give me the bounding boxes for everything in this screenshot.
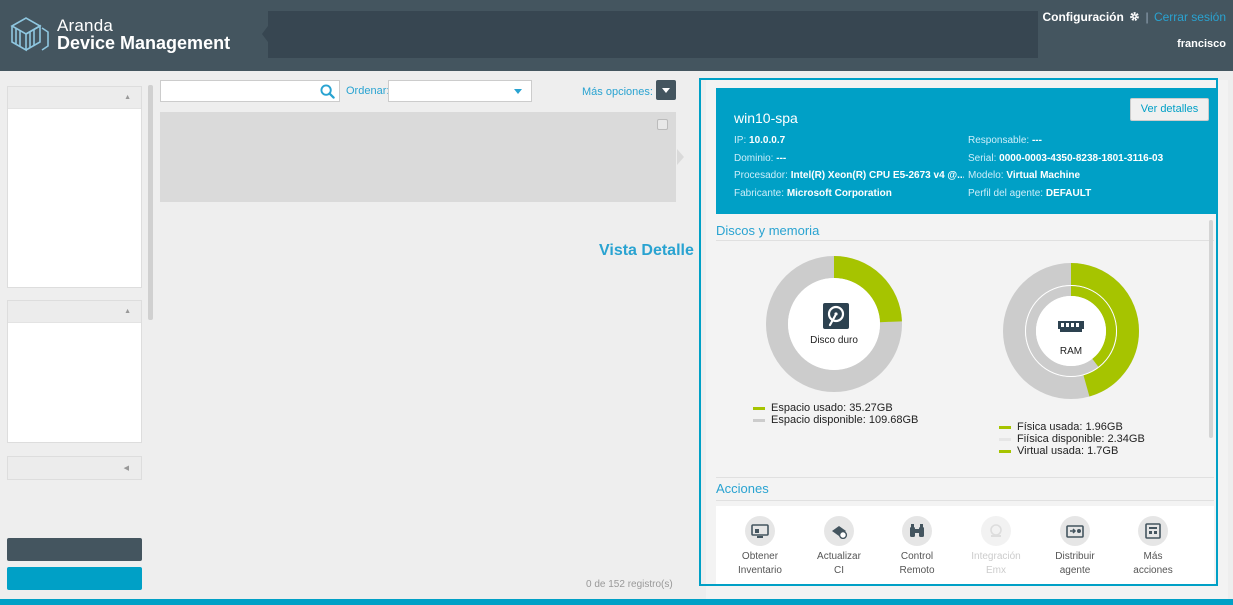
physical-free-swatch — [999, 437, 1011, 441]
header-user-menu: Configuración | Cerrar sesión — [1042, 10, 1226, 24]
header-banner — [268, 11, 1038, 58]
info-model: Modelo: Virtual Machine — [968, 170, 1081, 181]
distribute-icon — [1060, 516, 1090, 546]
info-manufacturer: Fabricante: Microsoft Corporation — [734, 188, 892, 199]
section-divider — [716, 240, 1214, 241]
binoculars-icon — [902, 516, 932, 546]
actions-section-title: Acciones — [716, 481, 769, 496]
info-agent-profile: Perfil del agente: DEFAULT — [968, 188, 1092, 199]
more-options-button[interactable] — [656, 80, 676, 100]
filter-clear-button[interactable] — [7, 538, 142, 561]
filter-panel-header[interactable]: ▲ — [8, 301, 141, 323]
info-ip: IP: 10.0.0.7 — [734, 135, 786, 146]
legend-item: Física usada: 1.96GB — [999, 421, 1145, 433]
logout-link[interactable]: Cerrar sesión — [1154, 10, 1226, 24]
integration-icon — [981, 516, 1011, 546]
free-swatch — [753, 418, 765, 422]
ram-icon — [1058, 321, 1084, 332]
aranda-logo-icon — [10, 17, 49, 52]
action-more-actions[interactable]: Más acciones — [1118, 516, 1188, 578]
info-owner: Responsable: --- — [968, 135, 1042, 146]
gear-icon[interactable] — [1129, 11, 1140, 22]
info-serial: Serial: 0000-0003-4350-8238-1801-3116-03 — [968, 153, 1164, 164]
top-header: Aranda Device Management Configuración |… — [0, 0, 1233, 71]
records-count: 0 de 152 registro(s) — [586, 579, 673, 590]
view-details-button[interactable]: Ver detalles — [1130, 98, 1209, 121]
order-select[interactable] — [388, 80, 532, 102]
disks-section-title: Discos y memoria — [716, 223, 820, 238]
action-remote-control[interactable]: Control Remoto — [882, 516, 952, 578]
physical-used-swatch — [999, 425, 1011, 429]
ram-label: RAM — [1059, 346, 1083, 357]
legend-item: Virtual usada: 1.7GB — [999, 445, 1145, 457]
more-actions-icon — [1138, 516, 1168, 546]
filter-panel-3[interactable]: ◀ — [7, 456, 142, 480]
selected-arrow — [677, 149, 684, 165]
order-label: Ordenar: — [346, 85, 390, 97]
info-processor: Procesador: Intel(R) Xeon(R) CPU E5-2673… — [734, 170, 964, 181]
section-divider — [716, 477, 1214, 478]
filter-panel-header[interactable]: ▲ — [8, 87, 141, 109]
chevron-down-icon — [514, 89, 522, 94]
device-checkbox[interactable] — [657, 119, 668, 130]
action-distribute-agent[interactable]: Distribuir agente — [1040, 516, 1110, 578]
separator: | — [1145, 10, 1149, 24]
hard-disk-icon — [823, 303, 849, 329]
action-integration-emx: Integración Emx — [961, 516, 1031, 578]
detail-view-label: Vista Detalle — [599, 242, 694, 259]
expand-arrow-icon[interactable]: ◀ — [124, 464, 129, 472]
left-scrollbar[interactable] — [148, 85, 153, 320]
legend-item: Espacio usado: 35.27GB — [753, 402, 918, 414]
legend-item: Fiísica disponible: 2.34GB — [999, 433, 1145, 445]
action-get-inventory[interactable]: Obtener Inventario — [725, 516, 795, 578]
footer-bar — [0, 599, 1233, 605]
hdd-label: Disco duro — [810, 335, 858, 346]
filter-apply-button[interactable] — [7, 567, 142, 590]
filter-panel-1: ▲ — [7, 86, 142, 288]
update-ci-icon — [824, 516, 854, 546]
search-icon[interactable] — [320, 84, 335, 99]
legend-item: Espacio disponible: 109.68GB — [753, 414, 918, 426]
config-link[interactable]: Configuración — [1042, 10, 1123, 24]
device-info-card: win10-spa Ver detalles IP: 10.0.0.7 Domi… — [716, 88, 1218, 214]
filter-panel-2: ▲ — [7, 300, 142, 443]
collapse-arrow-icon[interactable]: ▲ — [124, 308, 131, 315]
collapse-arrow-icon[interactable]: ▲ — [124, 94, 131, 101]
ram-legend: Física usada: 1.96GB Fiísica disponible:… — [999, 421, 1145, 457]
hdd-legend: Espacio usado: 35.27GB Espacio disponibl… — [753, 402, 918, 426]
virtual-used-swatch — [999, 449, 1011, 453]
detail-scrollbar[interactable] — [1209, 220, 1213, 438]
username: francisco — [1177, 38, 1226, 50]
info-domain: Dominio: --- — [734, 153, 787, 164]
used-swatch — [753, 406, 765, 410]
device-name: win10-spa — [734, 110, 798, 126]
action-update-ci[interactable]: Actualizar CI — [804, 516, 874, 578]
search-input[interactable] — [160, 80, 340, 102]
device-list-item[interactable] — [160, 112, 676, 202]
product-name: Device Management — [57, 33, 231, 53]
section-divider — [716, 500, 1214, 501]
more-options-label: Más opciones: — [582, 86, 653, 98]
inventory-icon — [745, 516, 775, 546]
